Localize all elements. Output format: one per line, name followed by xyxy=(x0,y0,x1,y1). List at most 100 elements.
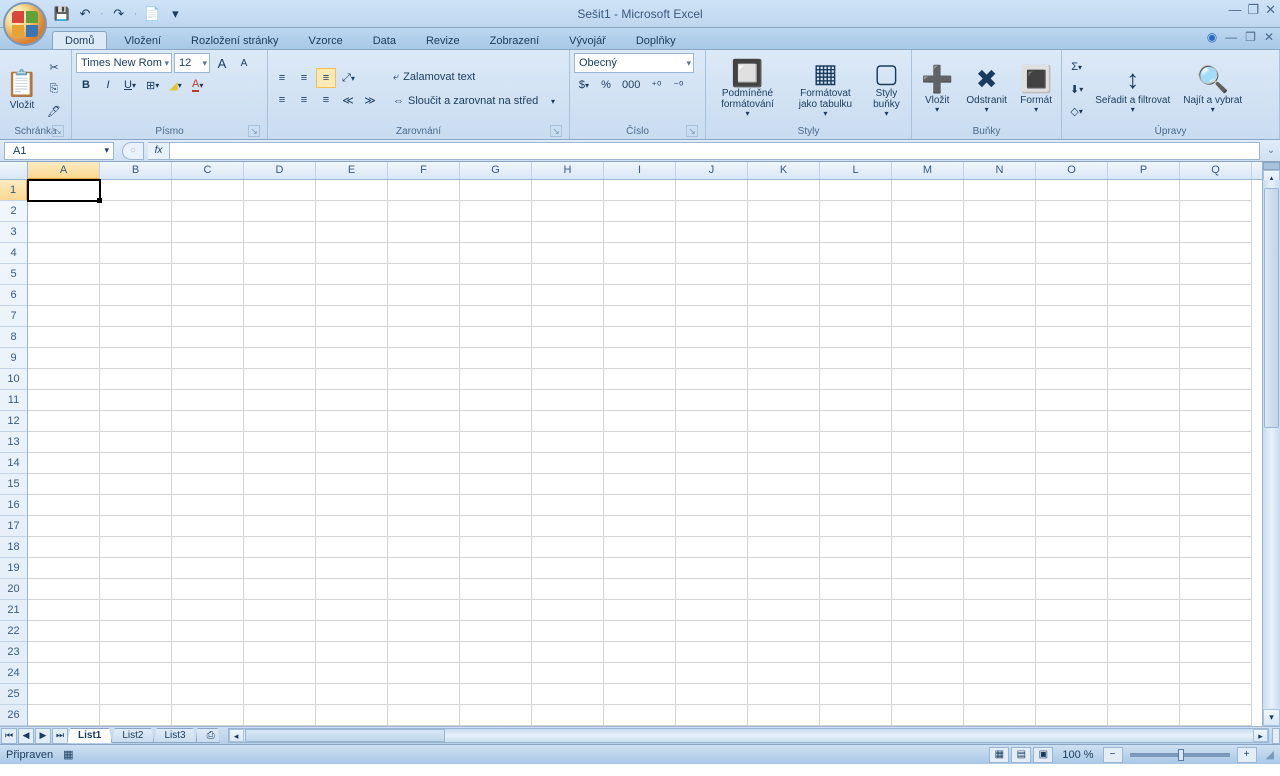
qat-new-button[interactable]: 📄 xyxy=(142,4,162,24)
cell-C19[interactable] xyxy=(172,558,244,579)
cell-C24[interactable] xyxy=(172,663,244,684)
cell-N24[interactable] xyxy=(964,663,1036,684)
cell-H22[interactable] xyxy=(532,621,604,642)
cell-E25[interactable] xyxy=(316,684,388,705)
cell-Q22[interactable] xyxy=(1180,621,1252,642)
cell-N15[interactable] xyxy=(964,474,1036,495)
cell-A14[interactable] xyxy=(28,453,100,474)
zoom-in-button[interactable]: + xyxy=(1237,747,1257,763)
cell-P25[interactable] xyxy=(1108,684,1180,705)
cell-E21[interactable] xyxy=(316,600,388,621)
cell-Q10[interactable] xyxy=(1180,369,1252,390)
align-right-button[interactable]: ≡ xyxy=(316,90,336,110)
cut-button[interactable]: ✂ xyxy=(43,57,65,77)
cell-B12[interactable] xyxy=(100,411,172,432)
cell-M18[interactable] xyxy=(892,537,964,558)
cell-P13[interactable] xyxy=(1108,432,1180,453)
column-header-E[interactable]: E xyxy=(316,162,388,179)
cell-L25[interactable] xyxy=(820,684,892,705)
cell-F6[interactable] xyxy=(388,285,460,306)
find-select-button[interactable]: 🔍Najít a vybrat▾ xyxy=(1178,56,1247,122)
cell-Q25[interactable] xyxy=(1180,684,1252,705)
cell-N14[interactable] xyxy=(964,453,1036,474)
cell-B2[interactable] xyxy=(100,201,172,222)
cell-N17[interactable] xyxy=(964,516,1036,537)
sheet-tab-list1[interactable]: List1 xyxy=(67,728,112,743)
cell-F24[interactable] xyxy=(388,663,460,684)
cell-A3[interactable] xyxy=(28,222,100,243)
cell-C12[interactable] xyxy=(172,411,244,432)
cell-D8[interactable] xyxy=(244,327,316,348)
autosum-button[interactable]: Σ▾ xyxy=(1066,57,1087,77)
row-header-3[interactable]: 3 xyxy=(0,222,27,243)
cell-B23[interactable] xyxy=(100,642,172,663)
fill-button[interactable]: ⬇▾ xyxy=(1066,79,1087,99)
cell-E23[interactable] xyxy=(316,642,388,663)
cell-J21[interactable] xyxy=(676,600,748,621)
cell-K8[interactable] xyxy=(748,327,820,348)
sheet-tab-list3[interactable]: List3 xyxy=(153,728,196,743)
align-center-button[interactable]: ≡ xyxy=(294,90,314,110)
cell-K10[interactable] xyxy=(748,369,820,390)
next-sheet-button[interactable]: ▶ xyxy=(35,728,51,744)
cell-O11[interactable] xyxy=(1036,390,1108,411)
cell-N5[interactable] xyxy=(964,264,1036,285)
decrease-indent-button[interactable]: ≪ xyxy=(338,90,358,110)
cell-M9[interactable] xyxy=(892,348,964,369)
column-header-K[interactable]: K xyxy=(748,162,820,179)
cell-H23[interactable] xyxy=(532,642,604,663)
cell-H21[interactable] xyxy=(532,600,604,621)
cell-K2[interactable] xyxy=(748,201,820,222)
cell-G22[interactable] xyxy=(460,621,532,642)
cell-L19[interactable] xyxy=(820,558,892,579)
close-button[interactable]: ✕ xyxy=(1265,2,1276,18)
cell-L1[interactable] xyxy=(820,180,892,201)
cell-M11[interactable] xyxy=(892,390,964,411)
cell-D2[interactable] xyxy=(244,201,316,222)
cell-O13[interactable] xyxy=(1036,432,1108,453)
cell-F25[interactable] xyxy=(388,684,460,705)
cell-K5[interactable] xyxy=(748,264,820,285)
help-button[interactable]: ◉ xyxy=(1207,30,1217,44)
cell-A7[interactable] xyxy=(28,306,100,327)
cell-I5[interactable] xyxy=(604,264,676,285)
cell-E22[interactable] xyxy=(316,621,388,642)
cell-A11[interactable] xyxy=(28,390,100,411)
zoom-slider[interactable] xyxy=(1130,753,1230,757)
cell-P6[interactable] xyxy=(1108,285,1180,306)
insert-cells-button[interactable]: ➕Vložit▾ xyxy=(916,56,958,122)
cell-O3[interactable] xyxy=(1036,222,1108,243)
cell-J13[interactable] xyxy=(676,432,748,453)
cell-H4[interactable] xyxy=(532,243,604,264)
cell-D13[interactable] xyxy=(244,432,316,453)
cell-K25[interactable] xyxy=(748,684,820,705)
cell-J7[interactable] xyxy=(676,306,748,327)
cell-C15[interactable] xyxy=(172,474,244,495)
cell-N6[interactable] xyxy=(964,285,1036,306)
cell-J1[interactable] xyxy=(676,180,748,201)
cell-P20[interactable] xyxy=(1108,579,1180,600)
cell-M17[interactable] xyxy=(892,516,964,537)
row-header-25[interactable]: 25 xyxy=(0,684,27,705)
cell-E16[interactable] xyxy=(316,495,388,516)
cell-D24[interactable] xyxy=(244,663,316,684)
column-header-H[interactable]: H xyxy=(532,162,604,179)
cell-E3[interactable] xyxy=(316,222,388,243)
cell-L16[interactable] xyxy=(820,495,892,516)
tab-doplnky[interactable]: Doplňky xyxy=(623,31,689,49)
number-launcher[interactable]: ↘ xyxy=(686,125,698,137)
cell-K23[interactable] xyxy=(748,642,820,663)
cell-G2[interactable] xyxy=(460,201,532,222)
cell-Q9[interactable] xyxy=(1180,348,1252,369)
tab-rozlozeni[interactable]: Rozložení stránky xyxy=(178,31,291,49)
row-header-14[interactable]: 14 xyxy=(0,453,27,474)
cell-H8[interactable] xyxy=(532,327,604,348)
increase-indent-button[interactable]: ≫ xyxy=(360,90,380,110)
cell-I21[interactable] xyxy=(604,600,676,621)
cell-G1[interactable] xyxy=(460,180,532,201)
copy-button[interactable]: ⎘ xyxy=(43,79,65,99)
cell-E9[interactable] xyxy=(316,348,388,369)
cell-P14[interactable] xyxy=(1108,453,1180,474)
column-header-G[interactable]: G xyxy=(460,162,532,179)
cell-J4[interactable] xyxy=(676,243,748,264)
